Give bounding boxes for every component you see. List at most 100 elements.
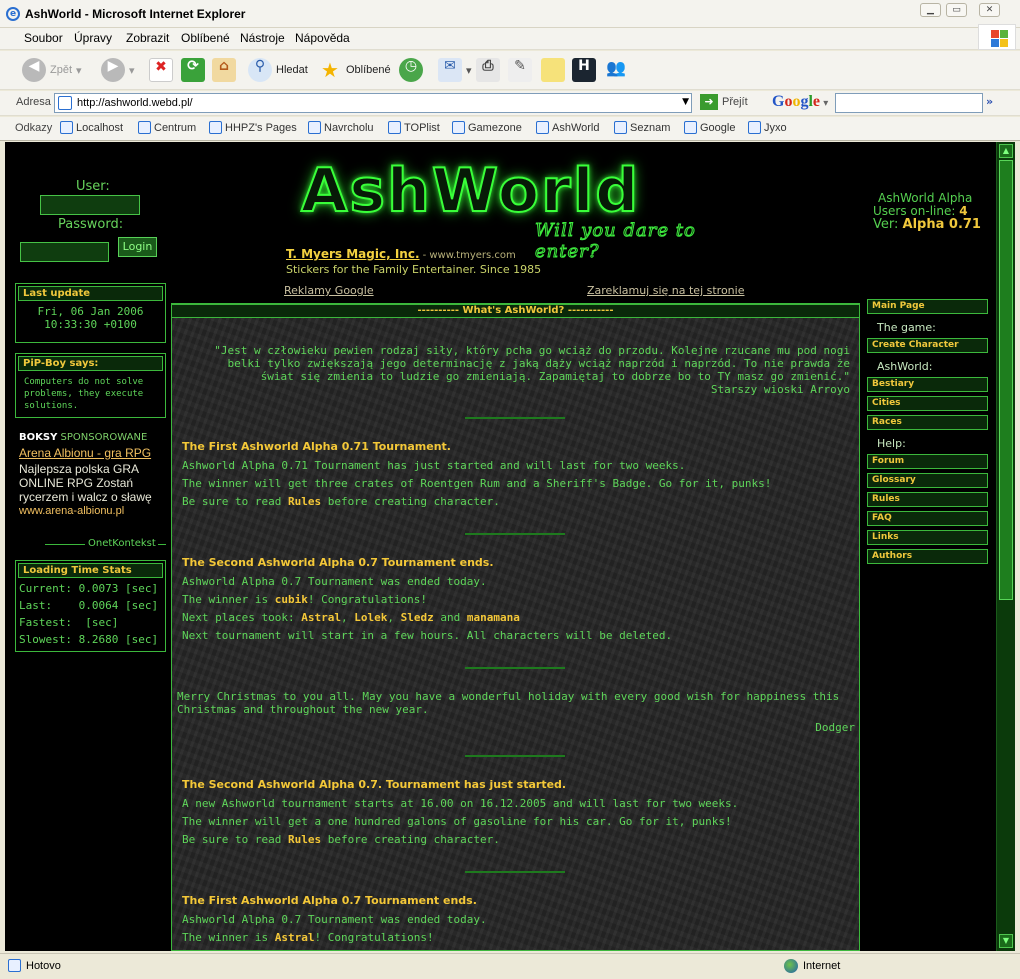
google-ads-link[interactable]: Reklamy Google (284, 284, 374, 297)
menu-oblibene[interactable]: Oblíbené (181, 31, 230, 45)
h-button[interactable]: H (572, 56, 596, 84)
minimize-button[interactable]: ▁ (920, 3, 941, 17)
last-update-box: Last update Fri, 06 Jan 2006 10:33:30 +0… (15, 283, 166, 343)
xmas-signature: Dodger (815, 721, 855, 734)
windows-logo-icon (978, 24, 1016, 50)
back-button[interactable]: ◀ Zpět ▾ (22, 56, 82, 84)
nav-main-page[interactable]: Main Page (867, 299, 988, 314)
maximize-button[interactable]: ▭ (946, 3, 967, 17)
nav-forum[interactable]: Forum (867, 454, 988, 469)
favorites-button[interactable]: ★ Oblíbené (318, 56, 391, 84)
main-header: ---------- What's AshWorld? ----------- (171, 304, 860, 318)
users-online-count: 4 (959, 204, 968, 218)
news-item: The Second Ashworld Alpha 0.7 Tournament… (182, 556, 673, 642)
messenger-icon: 👥 (606, 58, 626, 77)
window-title: AshWorld - Microsoft Internet Explorer (25, 7, 246, 21)
sponsored-box: BOKSY SPONSOROWANE Arena Albionu - gra R… (19, 432, 169, 517)
menu-zobrazit[interactable]: Zobrazit (126, 31, 169, 45)
note-icon (541, 58, 565, 82)
go-button[interactable]: ➜ Přejít (700, 94, 748, 110)
link-toplist[interactable]: TOPlist (388, 121, 440, 134)
link-seznam[interactable]: Seznam (614, 121, 670, 134)
ashworld-logo: AshWorld Will you dare to enter? (300, 155, 696, 263)
xmas-message: Merry Christmas to you all. May you have… (177, 690, 855, 734)
link-icon (684, 121, 697, 134)
home-button[interactable]: ⌂ (212, 56, 236, 84)
advertise-here-link[interactable]: Zareklamuj się na tej stronie (587, 284, 744, 297)
nav-links[interactable]: Links (867, 530, 988, 545)
scroll-down-icon[interactable]: ▼ (999, 934, 1013, 948)
pipboy-header: PiP-Boy says: (18, 356, 163, 371)
rules-link[interactable]: Rules (288, 495, 321, 508)
password-input[interactable] (20, 242, 109, 262)
arena-url[interactable]: www.arena-albionu.pl (19, 505, 169, 517)
last-update-header: Last update (18, 286, 163, 301)
quote: "Jest w człowieku pewien rodzaj siły, kt… (190, 344, 850, 396)
google-search-input[interactable] (835, 93, 983, 113)
news-item: The First Ashworld Alpha 0.7 Tournament … (182, 894, 487, 944)
arena-link[interactable]: Arena Albionu - gra RPG (19, 446, 169, 460)
ad-title[interactable]: T. Myers Magic, Inc. (286, 247, 420, 261)
messenger-button[interactable]: 👥 (604, 56, 628, 84)
notes-button[interactable] (541, 56, 565, 84)
rules-link[interactable]: Rules (288, 833, 321, 846)
news-item: The Second Ashworld Alpha 0.7. Tournamen… (182, 778, 739, 846)
printer-icon: ⎙ (476, 58, 500, 82)
page-icon (58, 96, 72, 110)
menu-upravy[interactable]: Úpravy (74, 31, 112, 45)
chevron-right-icon[interactable]: » (986, 95, 993, 108)
forward-button[interactable]: ▶ ▾ (101, 56, 135, 84)
nav-glossary[interactable]: Glossary (867, 473, 988, 488)
nav-authors[interactable]: Authors (867, 549, 988, 564)
loading-stats-box: Loading Time Stats Current: 0.0073 [sec]… (15, 560, 166, 652)
nav-cities[interactable]: Cities (867, 396, 988, 411)
links-bar: Odkazy Localhost Centrum HHPZ's Pages Na… (0, 117, 1020, 141)
home-icon: ⌂ (212, 58, 236, 82)
nav-bestiary[interactable]: Bestiary (867, 377, 988, 392)
separator (465, 533, 565, 535)
link-centrum[interactable]: Centrum (138, 121, 196, 134)
news-title: The First Ashworld Alpha 0.71 Tournament… (182, 440, 451, 453)
link-hhpz[interactable]: HHPZ's Pages (209, 121, 297, 134)
link-icon (536, 121, 549, 134)
history-button[interactable]: ◷ (399, 56, 423, 84)
print-button[interactable]: ⎙ (476, 56, 500, 84)
search-button[interactable]: ⚲ Hledat (248, 56, 308, 84)
nav-rules[interactable]: Rules (867, 492, 988, 507)
google-toolbar-logo[interactable]: Google ▾ (772, 93, 828, 111)
link-google[interactable]: Google (684, 121, 735, 134)
address-input[interactable]: http://ashworld.webd.pl/ ▼ (54, 93, 692, 113)
menu-bar: Soubor Úpravy Zobrazit Oblíbené Nástroje… (0, 28, 1020, 50)
close-button[interactable]: ✕ (979, 3, 1000, 17)
user-input[interactable] (40, 195, 140, 215)
link-ashworld[interactable]: AshWorld (536, 121, 599, 134)
mail-button[interactable]: ✉ ▾ (438, 56, 472, 84)
refresh-button[interactable]: ⟳ (181, 56, 205, 84)
toolbar: ◀ Zpět ▾ ▶ ▾ ✖ ⟳ ⌂ ⚲ Hledat ★ Oblíbené ◷ ✉… (0, 51, 1020, 90)
last-update-time: 10:33:30 +0100 (44, 318, 137, 331)
nav-races[interactable]: Races (867, 415, 988, 430)
nav-create-character[interactable]: Create Character (867, 338, 988, 353)
link-navrcholu[interactable]: Navrcholu (308, 121, 374, 134)
server-info: AshWorld Alpha Users on-line: 4 Ver: Alp… (873, 191, 981, 232)
address-label: Adresa (16, 96, 51, 108)
star-icon: ★ (321, 58, 339, 82)
nav-faq[interactable]: FAQ (867, 511, 988, 526)
link-localhost[interactable]: Localhost (60, 121, 123, 134)
link-gamezone[interactable]: Gamezone (452, 121, 522, 134)
separator (465, 755, 565, 757)
link-icon (138, 121, 151, 134)
scroll-thumb[interactable] (999, 160, 1013, 600)
edit-button[interactable]: ✎ (508, 56, 532, 84)
menu-napoveda[interactable]: Nápověda (295, 31, 350, 45)
menu-soubor[interactable]: Soubor (24, 31, 63, 45)
sponsor-ad[interactable]: T. Myers Magic, Inc. - www.tmyers.com St… (286, 247, 541, 276)
login-button[interactable]: Login (118, 237, 157, 257)
vertical-scrollbar[interactable]: ▲ ▼ (996, 142, 1015, 951)
menu-nastroje[interactable]: Nástroje (240, 31, 285, 45)
scroll-up-icon[interactable]: ▲ (999, 144, 1013, 158)
link-jyxo[interactable]: Jyxo (748, 121, 787, 134)
nav-label-game: The game: (877, 321, 936, 334)
stop-button[interactable]: ✖ (149, 56, 173, 84)
dropdown-arrow-icon[interactable]: ▼ (682, 97, 689, 107)
